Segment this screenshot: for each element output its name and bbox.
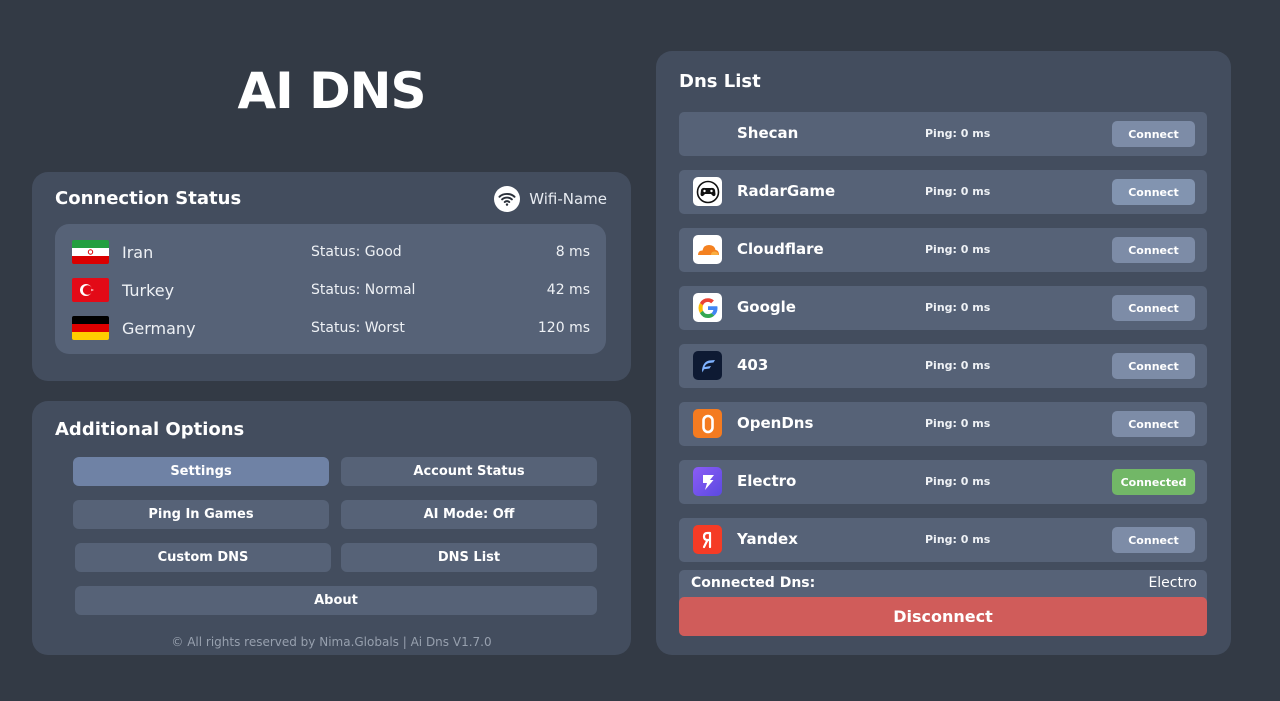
disconnect-button[interactable]: Disconnect (679, 597, 1207, 636)
connection-status-title: Connection Status (55, 188, 242, 209)
dns-list-button[interactable]: DNS List (341, 543, 597, 572)
connected-dns-value: Electro (1148, 575, 1197, 591)
connect-button-opendns[interactable]: Connect (1112, 411, 1195, 437)
dns-name: RadarGame (737, 182, 836, 200)
dns-row-cloudflare: Cloudflare Ping: 0 ms Connect (679, 228, 1207, 272)
turkey-flag-icon (72, 278, 109, 302)
country-ping: 42 ms (546, 282, 590, 298)
connect-button-shecan[interactable]: Connect (1112, 121, 1195, 147)
country-ping: 120 ms (537, 320, 590, 336)
opendns-icon (693, 409, 722, 438)
wifi-icon (494, 186, 521, 212)
dns-row-yandex: Yandex Ping: 0 ms Connect (679, 518, 1207, 562)
dns-ping: Ping: 0 ms (925, 243, 991, 256)
connect-button-radargame[interactable]: Connect (1112, 179, 1195, 205)
dns-ping: Ping: 0 ms (925, 359, 991, 372)
gamepad-icon (693, 177, 722, 206)
country-name: Germany (122, 318, 196, 338)
dns-ping: Ping: 0 ms (925, 301, 991, 314)
country-status: Status: Worst (311, 320, 405, 336)
wifi-name: Wifi-Name (529, 190, 607, 208)
dns-ping: Ping: 0 ms (925, 127, 991, 140)
dns-ping: Ping: 0 ms (925, 533, 991, 546)
germany-flag-icon (72, 316, 109, 340)
custom-dns-button[interactable]: Custom DNS (75, 543, 331, 572)
dns-name: OpenDns (737, 414, 814, 432)
cloud-icon (693, 235, 722, 264)
yandex-icon (693, 525, 722, 554)
dns-row-shecan: Shecan Ping: 0 ms Connect (679, 112, 1207, 156)
dns-ping: Ping: 0 ms (925, 185, 991, 198)
country-status: Status: Normal (311, 282, 416, 298)
dns-name: Electro (737, 472, 797, 490)
connect-button-google[interactable]: Connect (1112, 295, 1195, 321)
connection-status-card: Connection Status Wifi-Name Iran Status:… (32, 172, 631, 381)
lightning-icon (693, 467, 722, 496)
country-status-list: Iran Status: Good 8 ms Turkey Status: No… (55, 224, 606, 354)
iran-flag-icon (72, 240, 109, 264)
dns-ping: Ping: 0 ms (925, 475, 991, 488)
connect-button-cloudflare[interactable]: Connect (1112, 237, 1195, 263)
connect-button-yandex[interactable]: Connect (1112, 527, 1195, 553)
country-row-germany: Germany Status: Worst 120 ms (55, 315, 606, 341)
wifi-indicator: Wifi-Name (494, 186, 607, 212)
country-name: Iran (122, 242, 154, 262)
country-ping: 8 ms (555, 244, 590, 260)
footer-copyright: © All rights reserved by Nima.Globals | … (171, 635, 492, 649)
ai-mode-button[interactable]: AI Mode: Off (341, 500, 597, 529)
app-title: AI DNS (237, 62, 426, 120)
about-button[interactable]: About (75, 586, 597, 615)
dns-row-google: Google Ping: 0 ms Connect (679, 286, 1207, 330)
dns-row-radargame: RadarGame Ping: 0 ms Connect (679, 170, 1207, 214)
dns-row-403: 403 Ping: 0 ms Connect (679, 344, 1207, 388)
dns-name: Shecan (737, 124, 799, 142)
dns-name: Cloudflare (737, 240, 824, 258)
account-status-button[interactable]: Account Status (341, 457, 597, 486)
dns-list-card: Dns List Shecan Ping: 0 ms Connect Radar… (656, 51, 1231, 655)
settings-button[interactable]: Settings (73, 457, 329, 486)
country-row-iran: Iran Status: Good 8 ms (55, 239, 606, 265)
additional-options-title: Additional Options (55, 419, 245, 440)
connected-dns-label: Connected Dns: (691, 575, 816, 591)
dns-row-opendns: OpenDns Ping: 0 ms Connect (679, 402, 1207, 446)
country-row-turkey: Turkey Status: Normal 42 ms (55, 277, 606, 303)
connected-button-electro[interactable]: Connected (1112, 469, 1195, 495)
google-icon (693, 293, 722, 322)
dns-row-electro: Electro Ping: 0 ms Connected (679, 460, 1207, 504)
dns-name: 403 (737, 356, 769, 374)
403-icon (693, 351, 722, 380)
country-name: Turkey (122, 280, 175, 300)
dns-name: Yandex (737, 530, 798, 548)
ping-in-games-button[interactable]: Ping In Games (73, 500, 329, 529)
connect-button-403[interactable]: Connect (1112, 353, 1195, 379)
country-status: Status: Good (311, 244, 402, 260)
dns-list-title: Dns List (679, 71, 761, 92)
dns-ping: Ping: 0 ms (925, 417, 991, 430)
additional-options-card: Additional Options Settings Account Stat… (32, 401, 631, 655)
dns-name: Google (737, 298, 796, 316)
